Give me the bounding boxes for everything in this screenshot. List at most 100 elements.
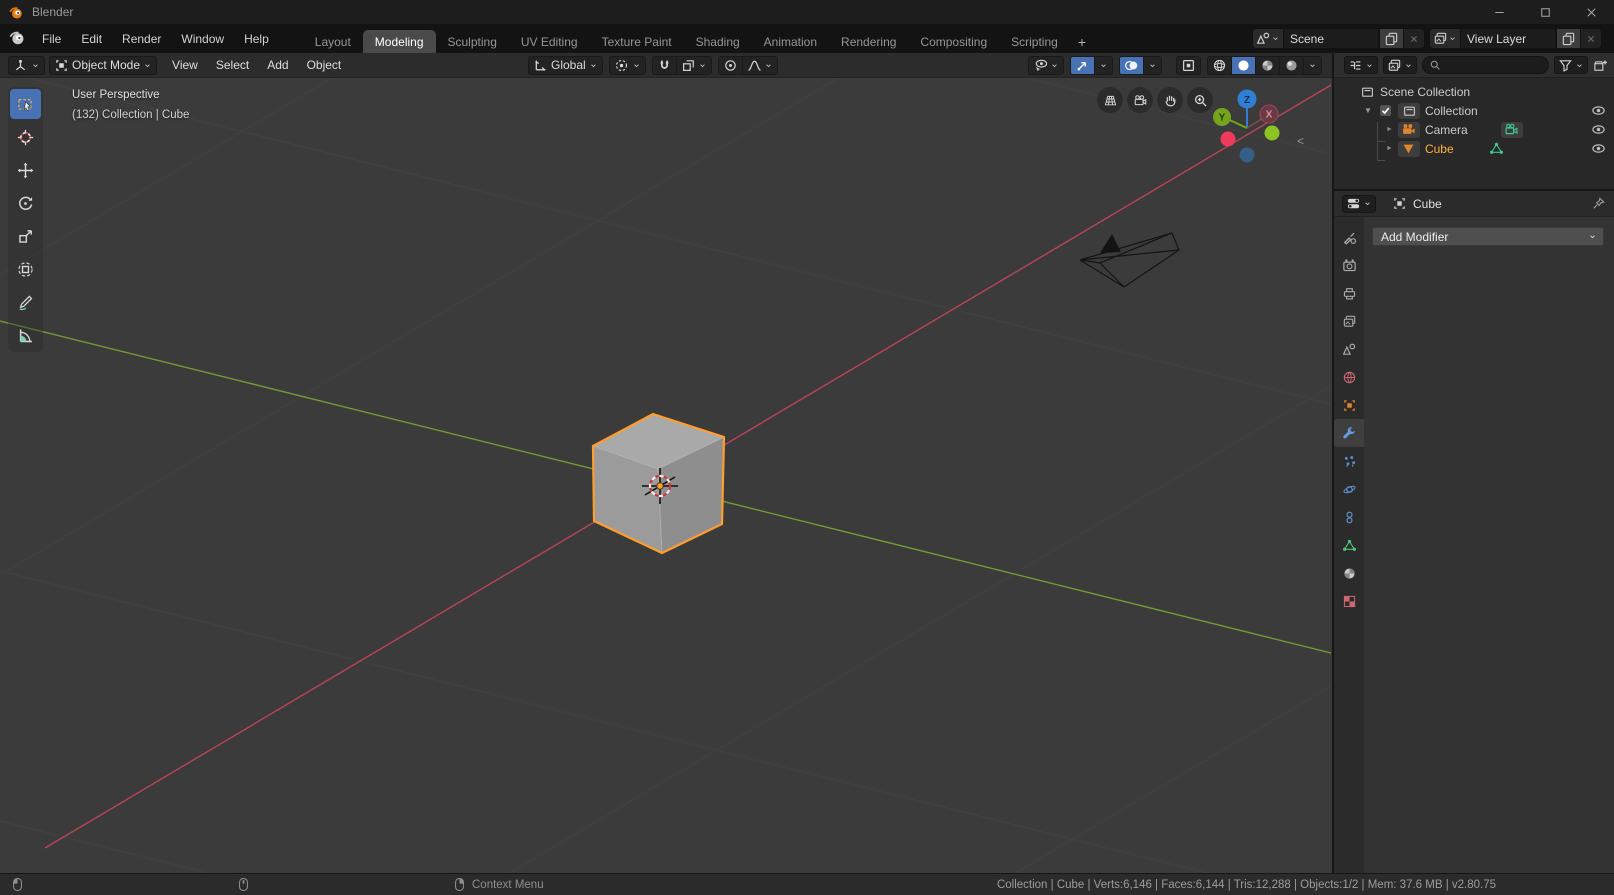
add-workspace-button[interactable]: + — [1070, 30, 1094, 53]
menu-help[interactable]: Help — [234, 24, 279, 53]
view-layer-browse-button[interactable] — [1429, 28, 1460, 49]
shading-dropdown[interactable] — [1303, 57, 1321, 74]
transform-orientation-dropdown[interactable]: Global — [528, 56, 603, 75]
overlays-toggle[interactable] — [1120, 57, 1143, 74]
zoom-view-button[interactable] — [1187, 87, 1213, 113]
outliner-row-cube[interactable]: ► Cube — [1334, 139, 1614, 158]
camera-view-button[interactable] — [1127, 87, 1153, 113]
menu-select[interactable]: Select — [207, 58, 258, 72]
outliner-row-scene-collection[interactable]: Scene Collection — [1334, 82, 1614, 101]
tab-compositing[interactable]: Compositing — [908, 30, 999, 53]
tab-tool[interactable] — [1334, 223, 1364, 251]
pin-icon[interactable] — [1591, 196, 1606, 211]
tool-move[interactable] — [10, 155, 41, 185]
viewport-canvas[interactable]: X Y Z — [0, 78, 1332, 873]
menu-render[interactable]: Render — [112, 24, 171, 53]
tool-rotate[interactable] — [10, 188, 41, 218]
view-layer-remove-button[interactable] — [1581, 28, 1602, 49]
sidebar-collapse-arrow[interactable]: < — [1297, 134, 1304, 148]
tab-scripting[interactable]: Scripting — [999, 30, 1070, 53]
tab-sculpting[interactable]: Sculpting — [436, 30, 509, 53]
outliner-row-camera[interactable]: ► Camera — [1334, 120, 1614, 139]
tool-scale[interactable] — [10, 221, 41, 251]
tab-object-data[interactable] — [1334, 531, 1364, 559]
shading-solid-button[interactable] — [1231, 57, 1255, 74]
overlays-dropdown[interactable] — [1143, 57, 1161, 74]
outliner-search-input[interactable] — [1422, 56, 1549, 74]
proportional-edit-toggle[interactable] — [719, 57, 742, 74]
menu-add[interactable]: Add — [258, 58, 297, 72]
disclosure-triangle-icon[interactable]: ▼ — [1363, 106, 1373, 115]
gizmo-axis-y-neg[interactable] — [1265, 126, 1280, 141]
menu-object[interactable]: Object — [298, 58, 351, 72]
maximize-button[interactable] — [1522, 0, 1568, 24]
snap-toggle[interactable] — [653, 57, 676, 74]
tab-uv-editing[interactable]: UV Editing — [509, 30, 590, 53]
tab-modeling[interactable]: Modeling — [363, 30, 436, 53]
tab-output[interactable] — [1334, 279, 1364, 307]
menu-edit[interactable]: Edit — [71, 24, 112, 53]
tab-physics[interactable] — [1334, 475, 1364, 503]
tool-measure[interactable] — [10, 320, 41, 350]
close-button[interactable] — [1568, 0, 1614, 24]
pan-view-button[interactable] — [1157, 87, 1183, 113]
tab-texture-paint[interactable]: Texture Paint — [590, 30, 684, 53]
menu-file[interactable]: File — [32, 24, 71, 53]
tab-texture[interactable] — [1334, 587, 1364, 615]
tab-view-layer[interactable] — [1334, 307, 1364, 335]
hide-toggle-collection[interactable] — [1591, 103, 1606, 118]
tab-material[interactable] — [1334, 559, 1364, 587]
proportional-falloff-dropdown[interactable] — [742, 57, 777, 74]
outliner-filter-dropdown[interactable] — [1554, 56, 1588, 74]
checkbox-icon[interactable] — [1378, 103, 1393, 118]
hide-toggle-cube[interactable] — [1591, 141, 1606, 156]
xray-toggle[interactable] — [1177, 57, 1200, 74]
object-visibility-dropdown[interactable] — [1028, 56, 1064, 75]
tab-modifiers[interactable] — [1334, 419, 1364, 447]
snap-target-dropdown[interactable] — [676, 57, 711, 74]
scene-browse-button[interactable] — [1252, 28, 1283, 49]
tool-cursor[interactable] — [10, 122, 41, 152]
outliner-editor-type[interactable] — [1344, 56, 1378, 74]
tab-shading[interactable]: Shading — [684, 30, 752, 53]
tool-transform[interactable] — [10, 254, 41, 284]
pivot-point-dropdown[interactable] — [609, 56, 646, 75]
scene-new-button[interactable] — [1379, 28, 1404, 49]
menu-window[interactable]: Window — [171, 24, 234, 53]
tab-layout[interactable]: Layout — [303, 30, 363, 53]
toggle-perspective-button[interactable] — [1097, 87, 1123, 113]
tab-particles[interactable] — [1334, 447, 1364, 475]
tab-rendering[interactable]: Rendering — [829, 30, 908, 53]
tab-object[interactable] — [1334, 391, 1364, 419]
tab-render[interactable] — [1334, 251, 1364, 279]
shading-rendered-button[interactable] — [1279, 57, 1303, 74]
blender-app-menu[interactable] — [0, 29, 32, 49]
mode-dropdown[interactable]: Object Mode — [49, 56, 157, 75]
tab-constraints[interactable] — [1334, 503, 1364, 531]
tool-select-box[interactable] — [10, 89, 41, 119]
outliner-row-collection[interactable]: ▼ Collection — [1334, 101, 1614, 120]
tab-scene[interactable] — [1334, 335, 1364, 363]
camera-object[interactable] — [1080, 233, 1179, 287]
view-layer-name-field[interactable]: View Layer — [1460, 28, 1556, 49]
minimize-button[interactable] — [1476, 0, 1522, 24]
outliner-display-mode[interactable] — [1383, 56, 1417, 74]
editor-type-selector[interactable] — [8, 56, 45, 75]
tab-animation[interactable]: Animation — [752, 30, 829, 53]
hide-toggle-camera[interactable] — [1591, 122, 1606, 137]
gizmos-dropdown[interactable] — [1094, 57, 1112, 74]
gizmo-axis-z-neg[interactable] — [1240, 148, 1255, 163]
tool-annotate[interactable] — [10, 287, 41, 317]
scene-name-field[interactable]: Scene — [1283, 28, 1379, 49]
shading-material-button[interactable] — [1255, 57, 1279, 74]
properties-editor-type[interactable] — [1342, 195, 1376, 213]
scene-unlink-button[interactable] — [1404, 28, 1425, 49]
shading-wireframe-button[interactable] — [1208, 57, 1231, 74]
gizmo-axis-x-neg[interactable] — [1221, 132, 1236, 147]
tab-world[interactable] — [1334, 363, 1364, 391]
new-collection-button[interactable] — [1593, 58, 1608, 73]
view-layer-new-button[interactable] — [1556, 28, 1581, 49]
add-modifier-dropdown[interactable]: Add Modifier — [1372, 227, 1604, 246]
menu-view[interactable]: View — [163, 58, 207, 72]
gizmos-toggle[interactable] — [1071, 57, 1094, 74]
